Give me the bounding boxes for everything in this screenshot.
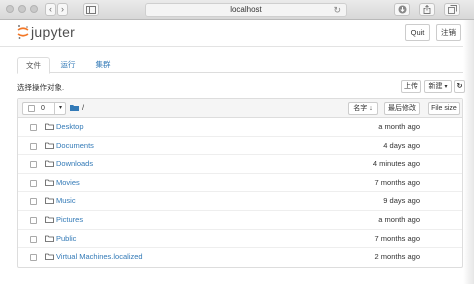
address-bar[interactable]: localhost ↻ (145, 3, 347, 17)
file-modified-time: a month ago (378, 215, 420, 224)
file-modified-time: 4 minutes ago (372, 159, 420, 169)
select-menu-caret-icon[interactable]: ▾ (54, 103, 66, 114)
file-name-link[interactable]: Virtual Machines.localized (56, 252, 143, 261)
share-button[interactable] (419, 3, 435, 16)
file-list: 0 ▾ / 名字 ↓ 最后修改 File size Desktop a month… (17, 98, 463, 268)
file-modified-time: 4 days ago (383, 140, 420, 150)
back-button[interactable]: ‹ (45, 3, 56, 16)
file-modified-time: a month ago (378, 122, 420, 131)
select-all-control[interactable]: 0 ▾ (22, 102, 66, 115)
file-name-link[interactable]: Movies (56, 178, 80, 187)
main-tabs: 文件 运行 集群 (17, 57, 463, 74)
new-button[interactable]: 新建 ▾ (424, 80, 452, 93)
window-zoom-button[interactable] (30, 5, 38, 13)
folder-icon (45, 160, 54, 168)
row-checkbox[interactable] (30, 217, 37, 224)
downloads-button[interactable] (394, 3, 410, 16)
file-name-link[interactable]: Pictures (56, 215, 83, 224)
logo-text: jupyter (31, 24, 76, 40)
breadcrumb: / (70, 103, 84, 112)
file-name-link[interactable]: Public (56, 234, 76, 243)
file-modified-time: 9 days ago (383, 196, 420, 206)
file-rows: Desktop a month ago Documents 4 days ago Dow… (18, 118, 462, 268)
url-text: localhost (230, 5, 262, 14)
download-icon (398, 5, 406, 14)
file-list-header: 0 ▾ / 名字 ↓ 最后修改 File size (18, 99, 462, 118)
chevron-left-icon: ‹ (49, 4, 52, 14)
file-modified-time: 2 months ago (374, 252, 420, 262)
row-checkbox[interactable] (30, 198, 37, 206)
file-row[interactable]: Downloads 4 minutes ago (18, 155, 462, 174)
forward-button[interactable]: › (57, 3, 68, 16)
file-modified-time: 7 months ago (374, 177, 420, 187)
folder-icon[interactable] (70, 104, 79, 111)
row-checkbox[interactable] (30, 161, 37, 169)
upload-button[interactable]: 上传 (401, 80, 421, 93)
chevron-right-icon: › (61, 4, 64, 14)
tab-clusters[interactable]: 集群 (89, 57, 117, 73)
file-name-link[interactable]: Desktop (56, 122, 84, 131)
sort-by-modified-button[interactable]: 最后修改 (384, 102, 420, 115)
folder-icon (45, 142, 54, 149)
folder-icon (45, 235, 54, 242)
window-close-button[interactable] (6, 5, 14, 13)
folder-icon (45, 179, 54, 186)
sort-name-label: 名字 (353, 105, 368, 112)
browser-toolbar: ‹ › localhost ↻ (0, 0, 474, 20)
tabs-icon (447, 5, 457, 14)
arrow-down-icon: ↓ (369, 105, 373, 112)
file-name-link[interactable]: Documents (56, 141, 94, 150)
row-checkbox[interactable] (30, 254, 37, 262)
jupyter-logo[interactable]: jupyter (17, 23, 75, 41)
folder-icon (45, 253, 54, 261)
page-edge-shadow (463, 20, 474, 284)
jupyter-logo-icon (17, 25, 29, 39)
refresh-icon: ↻ (456, 83, 463, 90)
reload-icon[interactable]: ↻ (333, 4, 341, 16)
header-divider (0, 46, 463, 47)
file-row[interactable]: Virtual Machines.localized 2 months ago (18, 248, 462, 267)
file-row[interactable]: Pictures a month ago (18, 211, 462, 230)
new-button-label: 新建 (428, 83, 443, 90)
sort-by-name-button[interactable]: 名字 ↓ (348, 102, 378, 115)
tab-files[interactable]: 文件 (17, 57, 50, 74)
row-checkbox[interactable] (30, 142, 37, 150)
file-row[interactable]: Documents 4 days ago (18, 137, 462, 156)
file-row[interactable]: Public 7 months ago (18, 230, 462, 249)
folder-icon (45, 216, 54, 223)
window-minimize-button[interactable] (18, 5, 26, 13)
logout-button[interactable]: 注销 (436, 24, 461, 41)
file-row[interactable]: Desktop a month ago (18, 118, 462, 137)
tab-running[interactable]: 运行 (54, 57, 82, 73)
folder-icon (45, 197, 54, 205)
selected-count: 0 (41, 105, 45, 112)
row-checkbox[interactable] (30, 179, 37, 187)
sort-by-size-button[interactable]: File size (428, 102, 460, 115)
file-name-link[interactable]: Music (56, 196, 76, 205)
breadcrumb-root[interactable]: / (82, 103, 84, 112)
row-checkbox[interactable] (30, 235, 37, 243)
sidebar-icon (86, 6, 96, 14)
sidebar-toggle-button[interactable] (83, 3, 99, 16)
folder-icon (45, 123, 54, 130)
file-modified-time: 7 months ago (374, 233, 420, 243)
caret-down-icon: ▾ (444, 84, 448, 90)
file-row[interactable]: Music 9 days ago (18, 192, 462, 211)
quit-button[interactable]: Quit (405, 24, 430, 41)
refresh-button[interactable]: ↻ (454, 80, 465, 93)
file-row[interactable]: Movies 7 months ago (18, 174, 462, 193)
select-all-checkbox[interactable] (28, 105, 35, 112)
share-icon (423, 4, 431, 14)
file-name-link[interactable]: Downloads (56, 159, 93, 168)
instruction-text: 选择操作对象. (17, 83, 65, 92)
tabs-overview-button[interactable] (444, 3, 460, 16)
row-checkbox[interactable] (30, 124, 37, 131)
